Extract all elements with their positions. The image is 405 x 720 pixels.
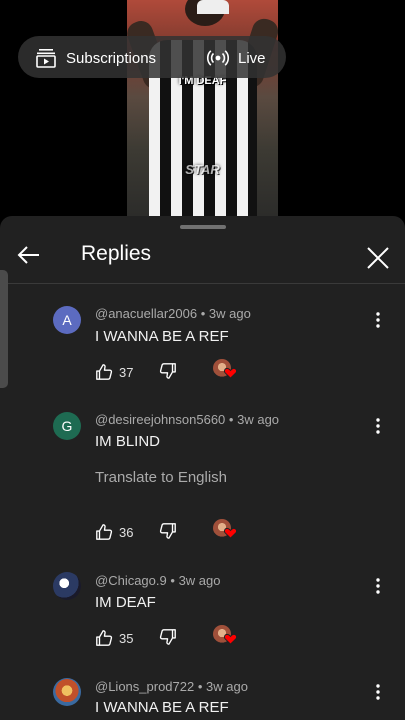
reply-time: 3w ago bbox=[206, 679, 248, 694]
replies-panel: Replies bbox=[0, 216, 405, 720]
like-count: 37 bbox=[119, 364, 134, 380]
reply-meta: @desireejohnson5660 • 3w ago bbox=[95, 412, 279, 427]
side-scroll-handle[interactable] bbox=[0, 270, 8, 388]
close-icon bbox=[367, 247, 389, 269]
avatar[interactable]: G bbox=[53, 412, 81, 440]
video-figure-cap bbox=[197, 0, 229, 14]
avatar[interactable] bbox=[53, 572, 81, 600]
reply-text: IM DEAF bbox=[95, 594, 156, 611]
header-divider bbox=[0, 283, 405, 284]
reply-meta: @anacuellar2006 • 3w ago bbox=[95, 306, 251, 321]
reply-time: 3w ago bbox=[208, 306, 251, 321]
thumbs-up-icon[interactable] bbox=[95, 629, 113, 647]
like-count: 36 bbox=[119, 524, 134, 540]
live-label: Live bbox=[238, 49, 266, 67]
more-options-icon[interactable] bbox=[368, 576, 388, 596]
avatar[interactable]: A bbox=[53, 306, 81, 334]
more-options-icon[interactable] bbox=[368, 310, 388, 330]
thumbs-up-icon[interactable] bbox=[95, 363, 113, 381]
reply-actions: 35 bbox=[95, 625, 237, 649]
creator-heart bbox=[213, 519, 239, 541]
subscriptions-icon bbox=[36, 49, 56, 68]
reply-meta: @Chicago.9 • 3w ago bbox=[95, 573, 220, 588]
reply-author[interactable]: @Lions_prod722 bbox=[95, 679, 194, 694]
translate-link[interactable]: Translate to English bbox=[95, 469, 227, 486]
drag-handle[interactable] bbox=[180, 225, 226, 229]
heart-icon bbox=[224, 367, 237, 379]
meta-separator: • bbox=[228, 412, 234, 427]
meta-separator: • bbox=[197, 679, 203, 694]
reply-actions: 36 bbox=[95, 519, 237, 543]
reply-time: 3w ago bbox=[237, 412, 280, 427]
reply-author[interactable]: @anacuellar2006 bbox=[95, 306, 197, 321]
creator-heart bbox=[213, 625, 239, 647]
heart-icon bbox=[224, 527, 237, 539]
video-caption-bottom: STAR bbox=[185, 162, 220, 177]
reply-meta: @Lions_prod722 • 3w ago bbox=[95, 679, 248, 694]
live-icon bbox=[207, 50, 229, 66]
reply-author[interactable]: @desireejohnson5660 bbox=[95, 412, 225, 427]
thumbs-up-icon[interactable] bbox=[95, 523, 113, 541]
reply-actions: 37 bbox=[95, 359, 237, 383]
like-count: 35 bbox=[119, 630, 134, 646]
reply-text: IM BLIND bbox=[95, 433, 161, 450]
reply-author[interactable]: @Chicago.9 bbox=[95, 573, 167, 588]
heart-icon bbox=[224, 633, 237, 645]
subscriptions-button[interactable]: Subscriptions bbox=[34, 46, 156, 70]
reply-time: 3w ago bbox=[178, 573, 221, 588]
thumbs-down-icon[interactable] bbox=[159, 362, 177, 380]
avatar[interactable] bbox=[53, 678, 81, 706]
back-button[interactable] bbox=[14, 240, 44, 270]
meta-separator: • bbox=[200, 306, 206, 321]
reply-text: I WANNA BE A REF bbox=[95, 699, 229, 716]
more-options-icon[interactable] bbox=[368, 416, 388, 436]
thumbs-down-icon[interactable] bbox=[159, 628, 177, 646]
more-options-icon[interactable] bbox=[368, 682, 388, 702]
thumbs-down-icon[interactable] bbox=[159, 522, 177, 540]
live-button[interactable]: Live bbox=[206, 46, 266, 70]
feed-switcher: Subscriptions Live bbox=[18, 36, 286, 78]
video-player[interactable]: I'M DEAF STAR bbox=[127, 0, 278, 216]
creator-heart bbox=[213, 359, 239, 381]
panel-title: Replies bbox=[81, 242, 152, 265]
reply-text: I WANNA BE A REF bbox=[95, 328, 229, 345]
close-button[interactable] bbox=[364, 244, 392, 272]
subscriptions-label: Subscriptions bbox=[66, 49, 157, 67]
meta-separator: • bbox=[170, 573, 175, 588]
arrow-left-icon bbox=[17, 246, 39, 264]
